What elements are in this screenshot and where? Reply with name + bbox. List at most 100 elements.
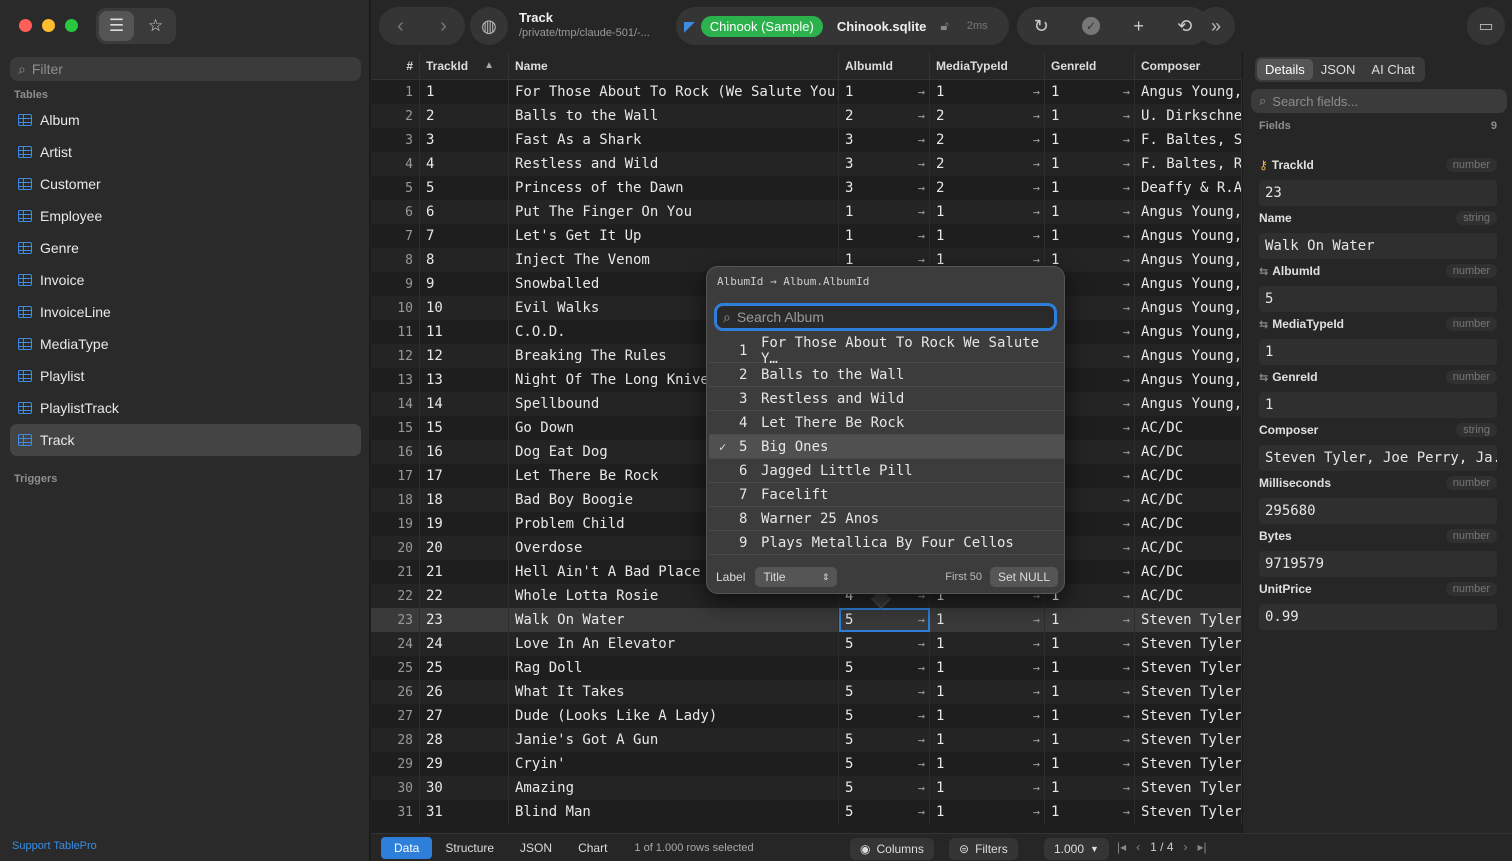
album-option[interactable]: 3 Restless and Wild xyxy=(709,387,1064,411)
arrow-right-icon[interactable]: → xyxy=(1123,205,1130,219)
composer-cell[interactable]: AC/DC xyxy=(1135,536,1242,560)
arrow-right-icon[interactable]: → xyxy=(1123,181,1130,195)
albumid-cell[interactable]: 2 → xyxy=(839,104,930,128)
previous-page-icon[interactable]: ‹ xyxy=(1136,840,1140,854)
arrow-right-icon[interactable]: → xyxy=(1123,493,1130,507)
name-cell[interactable]: Fast As a Shark xyxy=(509,128,839,152)
trackid-cell[interactable]: 1 xyxy=(420,80,509,104)
genreid-cell[interactable]: 1→ xyxy=(1045,680,1135,704)
arrow-right-icon[interactable]: → xyxy=(1033,709,1040,723)
composer-cell[interactable]: Steven Tyler, xyxy=(1135,800,1242,824)
trackid-cell[interactable]: 10 xyxy=(420,296,509,320)
filters-button[interactable]: ⊜ Filters xyxy=(949,838,1018,860)
composer-cell[interactable]: Steven Tyler, xyxy=(1135,752,1242,776)
genreid-cell[interactable]: 1→ xyxy=(1045,656,1135,680)
composer-cell[interactable]: Angus Young, xyxy=(1135,320,1242,344)
search-album-input[interactable]: ⌕ Search Album xyxy=(714,303,1057,331)
arrow-right-icon[interactable]: → xyxy=(918,757,925,771)
name-cell[interactable]: Dude (Looks Like A Lady) xyxy=(509,704,839,728)
arrow-right-icon[interactable]: → xyxy=(1123,781,1130,795)
column-header-composer[interactable]: Composer xyxy=(1135,52,1242,80)
sidebar-item-track[interactable]: Track xyxy=(10,424,361,456)
trackid-cell[interactable]: 13 xyxy=(420,368,509,392)
inspector-tab-json[interactable]: JSON xyxy=(1313,59,1364,80)
arrow-right-icon[interactable]: → xyxy=(1123,157,1130,171)
table-row[interactable]: 6 6 Put The Finger On You 1 → 1 → 1 → Angus Young… xyxy=(371,200,1242,224)
sidebar-item-artist[interactable]: Artist xyxy=(10,136,361,168)
arrow-right-icon[interactable]: → xyxy=(1123,325,1130,339)
composer-cell[interactable]: U. Dirkschnei xyxy=(1135,104,1242,128)
composer-cell[interactable]: Angus Young, xyxy=(1135,296,1242,320)
arrow-right-icon[interactable]: → xyxy=(918,661,925,675)
arrow-right-icon[interactable]: → xyxy=(918,781,925,795)
composer-cell[interactable]: Steven Tyler, xyxy=(1135,776,1242,800)
table-row[interactable]: 31 31 Blind Man 5 → 1 → 1 → Steven Tyler, xyxy=(371,800,1242,824)
genreid-cell[interactable]: 1→ xyxy=(1045,752,1135,776)
genreid-cell[interactable]: 1→ xyxy=(1045,224,1135,248)
composer-cell[interactable]: Angus Young, xyxy=(1135,368,1242,392)
table-row[interactable]: 24 24 Love In An Elevator 5 → 1 → 1 → Steven Tyle… xyxy=(371,632,1242,656)
arrow-right-icon[interactable]: → xyxy=(1033,757,1040,771)
arrow-right-icon[interactable]: → xyxy=(1123,517,1130,531)
name-cell[interactable]: Balls to the Wall xyxy=(509,104,839,128)
albumid-cell[interactable]: 5 → xyxy=(839,656,930,680)
close-window-button[interactable] xyxy=(19,19,32,32)
composer-cell[interactable]: Steven Tyler, xyxy=(1135,704,1242,728)
albumid-cell[interactable]: 3 → xyxy=(839,128,930,152)
composer-cell[interactable]: F. Baltes, R. xyxy=(1135,152,1242,176)
history-icon[interactable]: ⟲ xyxy=(1177,16,1192,37)
arrow-right-icon[interactable]: → xyxy=(1123,301,1130,315)
albumid-cell[interactable]: 1→ xyxy=(839,200,930,224)
trackid-cell[interactable]: 21 xyxy=(420,560,509,584)
arrow-right-icon[interactable]: → xyxy=(1123,421,1130,435)
arrow-right-icon[interactable]: → xyxy=(1033,637,1040,651)
label-column-select[interactable]: Title ⇕ xyxy=(755,567,838,587)
forward-icon[interactable]: › xyxy=(422,15,465,38)
mediatypeid-cell[interactable]: 1→ xyxy=(930,752,1045,776)
table-row[interactable]: 26 26 What It Takes 5 → 1 → 1 → Steven Tyler, xyxy=(371,680,1242,704)
genreid-cell[interactable]: 1→ xyxy=(1045,176,1135,200)
back-icon[interactable]: ‹ xyxy=(379,15,422,38)
table-row[interactable]: 7 7 Let's Get It Up 1 → 1 → 1 → Angus Young, xyxy=(371,224,1242,248)
tab-chart[interactable]: Chart xyxy=(565,837,620,859)
arrow-right-icon[interactable]: → xyxy=(1033,781,1040,795)
column-header-genreid[interactable]: GenreId xyxy=(1045,52,1135,80)
arrow-right-icon[interactable]: → xyxy=(918,733,925,747)
mediatypeid-cell[interactable]: 2 → xyxy=(930,152,1045,176)
genreid-cell[interactable]: 1→ xyxy=(1045,728,1135,752)
name-cell[interactable]: Blind Man xyxy=(509,800,839,824)
name-cell[interactable]: Janie's Got A Gun xyxy=(509,728,839,752)
last-page-icon[interactable]: ▸| xyxy=(1198,840,1207,854)
arrow-right-icon[interactable]: → xyxy=(1123,445,1130,459)
arrow-right-icon[interactable]: → xyxy=(1123,757,1130,771)
mediatypeid-cell[interactable]: 2 → xyxy=(930,176,1045,200)
album-option[interactable]: 7 Facelift xyxy=(709,483,1064,507)
arrow-right-icon[interactable]: → xyxy=(1123,613,1130,627)
field-value-input[interactable]: 1 xyxy=(1259,392,1497,418)
genreid-cell[interactable]: 1→ xyxy=(1045,200,1135,224)
composer-cell[interactable]: AC/DC xyxy=(1135,560,1242,584)
trackid-cell[interactable]: 4 xyxy=(420,152,509,176)
composer-cell[interactable]: Angus Young, xyxy=(1135,272,1242,296)
trackid-cell[interactable]: 19 xyxy=(420,512,509,536)
composer-cell[interactable]: Deaffy & R.A. xyxy=(1135,176,1242,200)
arrow-right-icon[interactable]: → xyxy=(1123,589,1130,603)
name-cell[interactable]: For Those About To Rock (We Salute You) xyxy=(509,80,839,104)
album-option[interactable]: 4 Let There Be Rock xyxy=(709,411,1064,435)
name-cell[interactable]: Let's Get It Up xyxy=(509,224,839,248)
name-cell[interactable]: Restless and Wild xyxy=(509,152,839,176)
composer-cell[interactable]: Angus Young, xyxy=(1135,200,1242,224)
sidebar-filter-input[interactable]: ⌕ Filter xyxy=(10,57,361,81)
support-link[interactable]: Support TablePro xyxy=(12,840,97,852)
inspector-tab-details[interactable]: Details xyxy=(1257,59,1313,80)
column-header-mediatypeid[interactable]: MediaTypeId xyxy=(930,52,1045,80)
table-row[interactable]: 1 1 For Those About To Rock (We Salute You… xyxy=(371,80,1242,104)
arrow-right-icon[interactable]: → xyxy=(918,85,925,99)
arrow-right-icon[interactable]: → xyxy=(1033,133,1040,147)
album-option[interactable]: 2 Balls to the Wall xyxy=(709,363,1064,387)
genreid-cell[interactable]: 1→ xyxy=(1045,80,1135,104)
composer-cell[interactable]: AC/DC xyxy=(1135,488,1242,512)
field-value-input[interactable]: Walk On Water xyxy=(1259,233,1497,259)
arrow-right-icon[interactable]: → xyxy=(918,157,925,171)
trackid-cell[interactable]: 22 xyxy=(420,584,509,608)
